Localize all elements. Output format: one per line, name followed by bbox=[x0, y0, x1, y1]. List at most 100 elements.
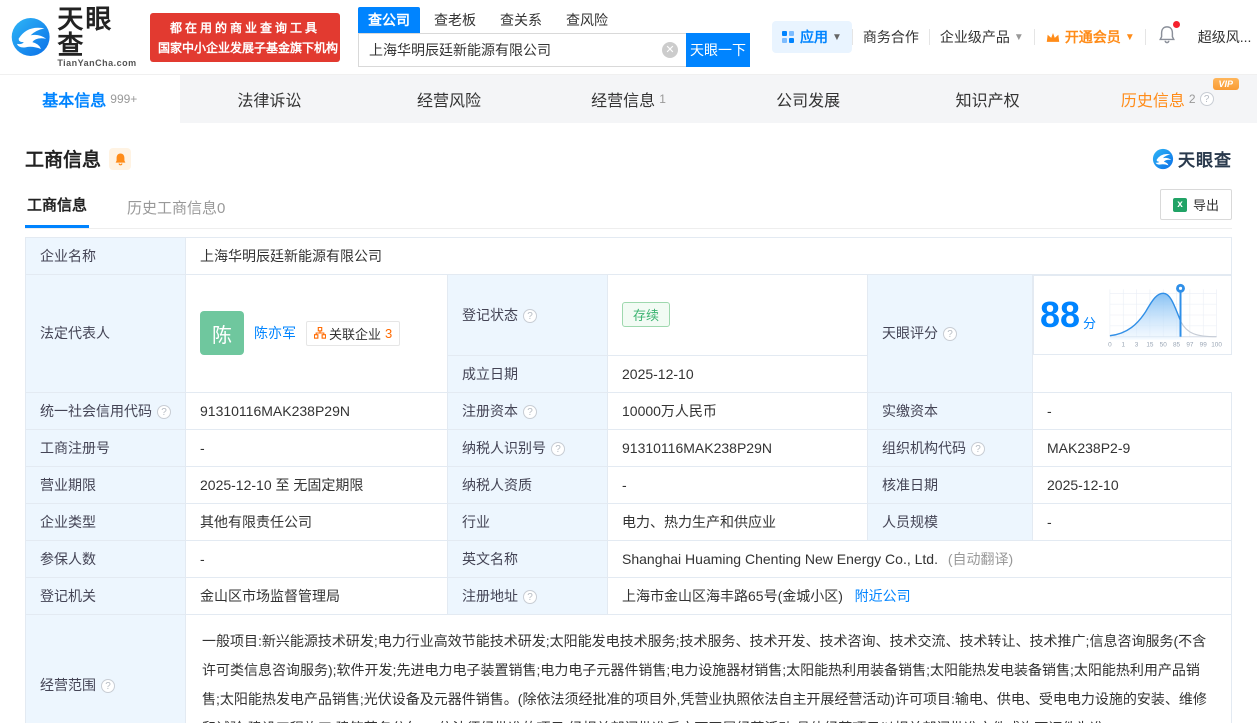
search-input[interactable] bbox=[358, 33, 686, 67]
tab-label: 基本信息 bbox=[42, 93, 107, 110]
tab-label: 知识产权 bbox=[955, 93, 1020, 110]
table-row: 法定代表人 陈 陈亦军 关联企业 3 登记状态? 存续 天眼评分 ? 88 分 … bbox=[25, 274, 1232, 393]
logo-subtitle: TianYanCha.com bbox=[57, 58, 137, 68]
tab-count: 2 bbox=[1188, 92, 1196, 106]
legal-rep-avatar[interactable]: 陈 bbox=[200, 311, 244, 356]
business-term-value: 2025-12-10 至 无固定期限 bbox=[185, 465, 448, 504]
logo-eye-icon bbox=[11, 18, 50, 56]
search-area: 查公司 查老板 查关系 查风险 ✕ 天眼一下 bbox=[358, 7, 750, 67]
search-tab-company[interactable]: 查公司 bbox=[358, 7, 420, 33]
help-icon[interactable]: ? bbox=[523, 308, 537, 323]
logo-title: 天眼查 bbox=[57, 4, 114, 60]
insured-count-value: - bbox=[185, 539, 448, 578]
help-icon[interactable]: ? bbox=[551, 441, 565, 456]
subtab-business-info[interactable]: 工商信息 bbox=[25, 186, 90, 228]
apps-menu[interactable]: 应用 ▼ bbox=[772, 21, 852, 53]
score-cell[interactable]: 88 分 0 1 3 15 50 85 97 99 100 bbox=[1033, 275, 1232, 355]
table-row: 登记机关 金山区市场监督管理局 注册地址? 上海市金山区海丰路65号(金城小区)… bbox=[25, 576, 1232, 615]
cooperation-label: 商务合作 bbox=[862, 29, 919, 45]
slogan-line1: 都在用的商业查询工具 bbox=[169, 20, 320, 35]
export-label: 导出 bbox=[1192, 198, 1219, 213]
org-chart-icon bbox=[314, 327, 326, 339]
insured-count-label: 参保人数 bbox=[25, 539, 186, 578]
related-companies-badge[interactable]: 关联企业 3 bbox=[306, 320, 401, 346]
related-label: 关联企业 bbox=[329, 326, 382, 342]
reg-status-label: 登记状态? bbox=[447, 274, 608, 356]
company-nav-tabs: 基本信息 999+ 法律诉讼 经营风险 经营信息 1 公司发展 知识产权 VIP… bbox=[0, 75, 1257, 123]
slogan-line2: 国家中小企业发展子基金旗下机构 bbox=[158, 40, 339, 55]
business-cooperation-menu[interactable]: 商务合作 bbox=[853, 27, 929, 47]
help-icon[interactable]: ? bbox=[157, 404, 171, 419]
export-button[interactable]: x 导出 bbox=[1159, 189, 1232, 220]
help-icon[interactable]: ? bbox=[101, 678, 115, 693]
open-vip-menu[interactable]: 开通会员 ▼ bbox=[1035, 27, 1145, 47]
tab-intellectual-property[interactable]: 知识产权 bbox=[898, 75, 1078, 123]
tab-company-development[interactable]: 公司发展 bbox=[718, 75, 898, 123]
taxpayer-id-value: 91310116MAK238P29N bbox=[607, 428, 868, 467]
taxpayer-id-label: 纳税人识别号? bbox=[447, 428, 608, 467]
registered-address-label: 注册地址? bbox=[447, 576, 608, 615]
svg-text:97: 97 bbox=[1186, 342, 1194, 349]
paid-capital-value: - bbox=[1032, 391, 1232, 430]
related-count: 3 bbox=[385, 325, 393, 341]
staff-size-value: - bbox=[1032, 502, 1232, 541]
english-name-value: Shanghai Huaming Chenting New Energy Co.… bbox=[607, 539, 1232, 578]
legal-rep-name-link[interactable]: 陈亦军 bbox=[254, 323, 296, 343]
top-header: 天眼查 TianYanCha.com 都在用的商业查询工具 国家中小企业发展子基… bbox=[0, 0, 1257, 75]
vip-label: 开通会员 bbox=[1064, 29, 1121, 45]
super-risk-menu[interactable]: 超级风...▼ bbox=[1188, 27, 1257, 47]
org-code-value: MAK238P2-9 bbox=[1032, 428, 1232, 467]
svg-text:1: 1 bbox=[1122, 342, 1126, 349]
auto-translate-note: (自动翻译) bbox=[947, 550, 1014, 567]
help-icon[interactable]: ? bbox=[943, 327, 957, 342]
monitor-bell-button[interactable] bbox=[109, 147, 132, 170]
registry-authority-value: 金山区市场监督管理局 bbox=[185, 576, 448, 615]
help-icon[interactable]: ? bbox=[971, 441, 985, 456]
tab-history-info[interactable]: VIP 历史信息 2 ? bbox=[1077, 75, 1257, 123]
bell-icon bbox=[1158, 26, 1175, 44]
watermark-text: 天眼查 bbox=[1178, 151, 1232, 170]
tianyancha-logo[interactable]: 天眼查 TianYanCha.com bbox=[10, 6, 140, 68]
paid-capital-label: 实缴资本 bbox=[867, 391, 1033, 430]
nearby-companies-link[interactable]: 附近公司 bbox=[855, 588, 911, 604]
tab-label: 法律诉讼 bbox=[237, 93, 302, 110]
notifications-bell[interactable] bbox=[1146, 21, 1188, 49]
establish-date-label: 成立日期 bbox=[447, 354, 608, 393]
search-tab-risk[interactable]: 查风险 bbox=[556, 7, 618, 33]
tab-basic-info[interactable]: 基本信息 999+ bbox=[0, 75, 180, 123]
help-icon[interactable]: ? bbox=[523, 589, 537, 604]
clear-search-icon[interactable]: ✕ bbox=[662, 42, 678, 58]
tab-legal[interactable]: 法律诉讼 bbox=[180, 75, 360, 123]
credit-code-label: 统一社会信用代码? bbox=[25, 391, 186, 430]
business-scope-value: 一般项目:新兴能源技术研发;电力行业高效节能技术研发;太阳能发电技术服务;技术服… bbox=[185, 613, 1232, 723]
business-scope-label: 经营范围? bbox=[25, 613, 186, 723]
tab-label: 公司发展 bbox=[776, 93, 841, 110]
credit-code-value: 91310116MAK238P29N bbox=[185, 391, 448, 430]
taxpayer-qualification-value: - bbox=[607, 465, 868, 504]
search-tab-relation[interactable]: 查关系 bbox=[490, 7, 552, 33]
reg-number-label: 工商注册号 bbox=[25, 428, 186, 467]
tab-label: 经营风险 bbox=[416, 93, 481, 110]
svg-text:100: 100 bbox=[1211, 342, 1222, 349]
enterprise-products-menu[interactable]: 企业级产品 ▼ bbox=[930, 27, 1034, 47]
notification-dot bbox=[1172, 21, 1180, 28]
registered-capital-value: 10000万人民币 bbox=[607, 391, 868, 430]
watermark-logo: 天眼查 bbox=[1152, 146, 1232, 171]
search-button[interactable]: 天眼一下 bbox=[686, 33, 750, 67]
section-title: 工商信息 bbox=[25, 150, 102, 171]
orange-bell-icon bbox=[115, 152, 125, 165]
company-type-label: 企业类型 bbox=[25, 502, 186, 541]
search-tab-boss[interactable]: 查老板 bbox=[424, 7, 486, 33]
tab-operation-info[interactable]: 经营信息 1 bbox=[539, 75, 719, 123]
table-row: 营业期限 2025-12-10 至 无固定期限 纳税人资质 - 核准日期 202… bbox=[25, 465, 1232, 504]
staff-size-label: 人员规模 bbox=[867, 502, 1033, 541]
subtab-history-business-info[interactable]: 历史工商信息0 bbox=[125, 189, 227, 228]
excel-icon: x bbox=[1172, 197, 1187, 212]
help-icon[interactable]: ? bbox=[1199, 92, 1214, 106]
legal-rep-label: 法定代表人 bbox=[25, 274, 186, 393]
legal-rep-cell: 陈 陈亦军 关联企业 3 bbox=[185, 274, 448, 393]
help-icon[interactable]: ? bbox=[523, 404, 537, 419]
tab-operation-risk[interactable]: 经营风险 bbox=[359, 75, 539, 123]
score-label: 天眼评分? bbox=[867, 274, 1033, 393]
establish-date-value: 2025-12-10 bbox=[607, 354, 868, 393]
